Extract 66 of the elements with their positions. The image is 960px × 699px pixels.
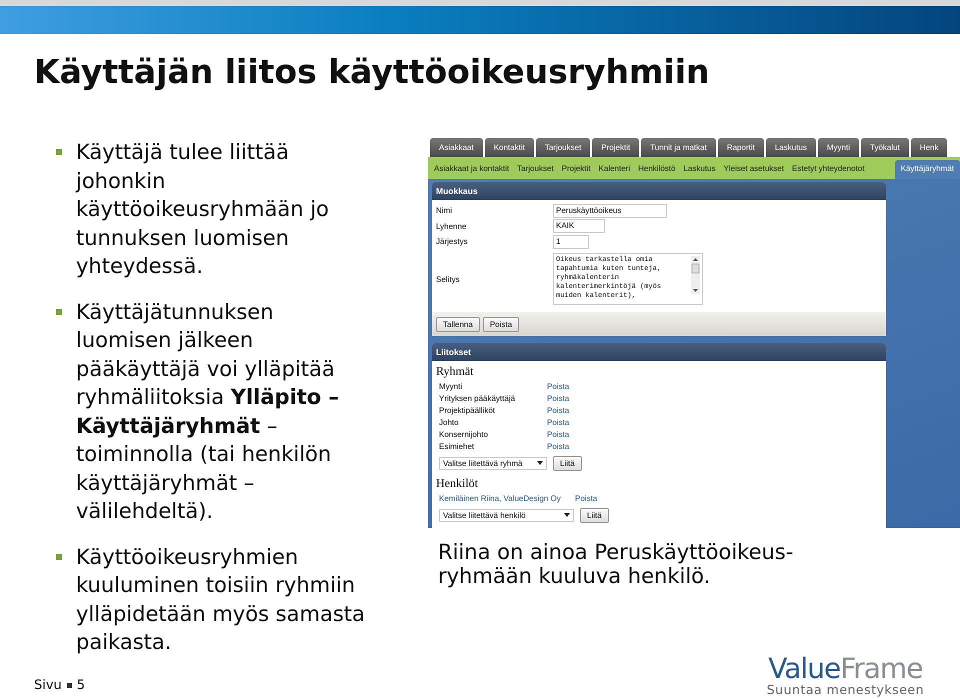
menu-tab[interactable]: Myynti (818, 138, 859, 157)
sub-tab[interactable]: Yleiset asetukset (720, 160, 788, 179)
group-name: Johto (439, 418, 460, 427)
menu-tab[interactable]: Raportit (718, 138, 764, 157)
remove-link[interactable]: Poista (575, 494, 598, 503)
menu-tab[interactable]: Projektit (592, 138, 640, 157)
section-heading: Henkilöt (436, 474, 479, 490)
attach-button[interactable]: Liitä (553, 456, 582, 470)
caption-text: Riina on ainoa Peruskäyttöoikeus-ryhmään kuuluva henkilö. (438, 540, 794, 588)
remove-link[interactable]: Poista (547, 382, 570, 391)
bullet-icon (56, 149, 62, 155)
menu-tab[interactable]: Laskutus (766, 138, 816, 157)
menu-tab[interactable]: Asiakkaat (430, 138, 483, 157)
bullet-text: Käyttäjä tulee liittää johonkin käyttöoikeusryhmään jo tunnuksen luomisen yhteydessä. (76, 139, 330, 280)
input-field[interactable]: Peruskäyttöoikeus (553, 204, 667, 218)
slide-title: Käyttäjän liitos käyttöoikeusryhmiin (34, 51, 711, 93)
page-number: 5 (76, 678, 86, 693)
menu-tab[interactable]: Tunnit ja matkat (641, 138, 716, 157)
page-label: Sivu (34, 678, 62, 693)
menu-tab[interactable]: Tarjoukset (536, 138, 590, 157)
scrollbar-icon (691, 256, 700, 294)
group-name: Projektipäälliköt (439, 406, 496, 415)
sub-tab[interactable]: Käyttäjäryhmät (894, 160, 960, 179)
panel-header: Muokkaus (432, 182, 886, 200)
group-name: Konsernijohto (439, 430, 489, 439)
menu-tab[interactable]: Kontaktit (484, 138, 534, 157)
form-button[interactable]: Tallenna (436, 316, 480, 332)
bullet-icon (66, 683, 72, 688)
group-name: Esimiehet (439, 442, 476, 451)
caret-icon (537, 461, 543, 465)
sub-tab[interactable]: Henkilöstö (634, 160, 680, 179)
form-button[interactable]: Poista (482, 316, 520, 332)
bullet-icon (56, 554, 62, 560)
remove-link[interactable]: Poista (547, 394, 570, 403)
menu-tab[interactable]: Henk (910, 138, 948, 157)
person-link[interactable]: Kemiläinen Riina, ValueDesign Oy (439, 494, 575, 503)
remove-link[interactable]: Poista (547, 442, 570, 451)
field-label: Järjestys (436, 237, 469, 246)
group-name: Myynti (439, 382, 464, 391)
remove-link[interactable]: Poista (547, 418, 570, 427)
bullet-icon (56, 308, 62, 314)
group-name: Yrityksen pääkäyttäjä (439, 394, 516, 403)
menu-tab[interactable]: Työkalut (861, 138, 909, 157)
sub-tab[interactable]: Laskutus (679, 160, 720, 179)
sub-tab[interactable]: Tarjoukset (513, 160, 558, 179)
input-field[interactable]: 1 (553, 234, 589, 249)
person-dropdown[interactable]: Valitse liitettävä henkilö (439, 508, 574, 522)
sub-tab[interactable]: Asiakkaat ja kontaktit (430, 160, 514, 179)
sub-tab[interactable]: Projektit (558, 160, 595, 179)
remove-link[interactable]: Poista (547, 406, 570, 415)
logo-tagline: Suuntaa menestykseen (766, 683, 924, 697)
remove-link[interactable]: Poista (547, 430, 570, 439)
field-label: Lyhenne (436, 222, 468, 231)
sub-tab[interactable]: Estetyt yhteydenotot (788, 160, 868, 179)
sub-tab[interactable]: Kalenteri (594, 160, 634, 179)
logo-wordmark: ValueFrame (768, 655, 922, 683)
bullet-text: Käyttöoikeusryhmien kuuluminen toisiin ryhmiin ylläpidetään myös samasta paikasta. (76, 544, 366, 656)
field-label: Nimi (436, 206, 453, 216)
bullet-text: Käyttäjätunnuksen luomisen jälkeen pääkäyttäjä voi ylläpitää ryhmäliitoksia Ylläpito – Käyttäjäryhmät – toiminnolla (tai henkilön käyttäjäryhmät – välilehdeltä). (76, 298, 340, 525)
panel-header: Liitokset (432, 342, 886, 360)
input-field[interactable]: KAIK (553, 219, 605, 234)
group-dropdown[interactable]: Valitse liitettävä ryhmä (439, 456, 547, 470)
field-label: Selitys (436, 274, 461, 284)
section-heading: Ryhmät (436, 362, 475, 378)
caret-icon (564, 513, 570, 517)
attach-button[interactable]: Liitä (580, 508, 609, 522)
